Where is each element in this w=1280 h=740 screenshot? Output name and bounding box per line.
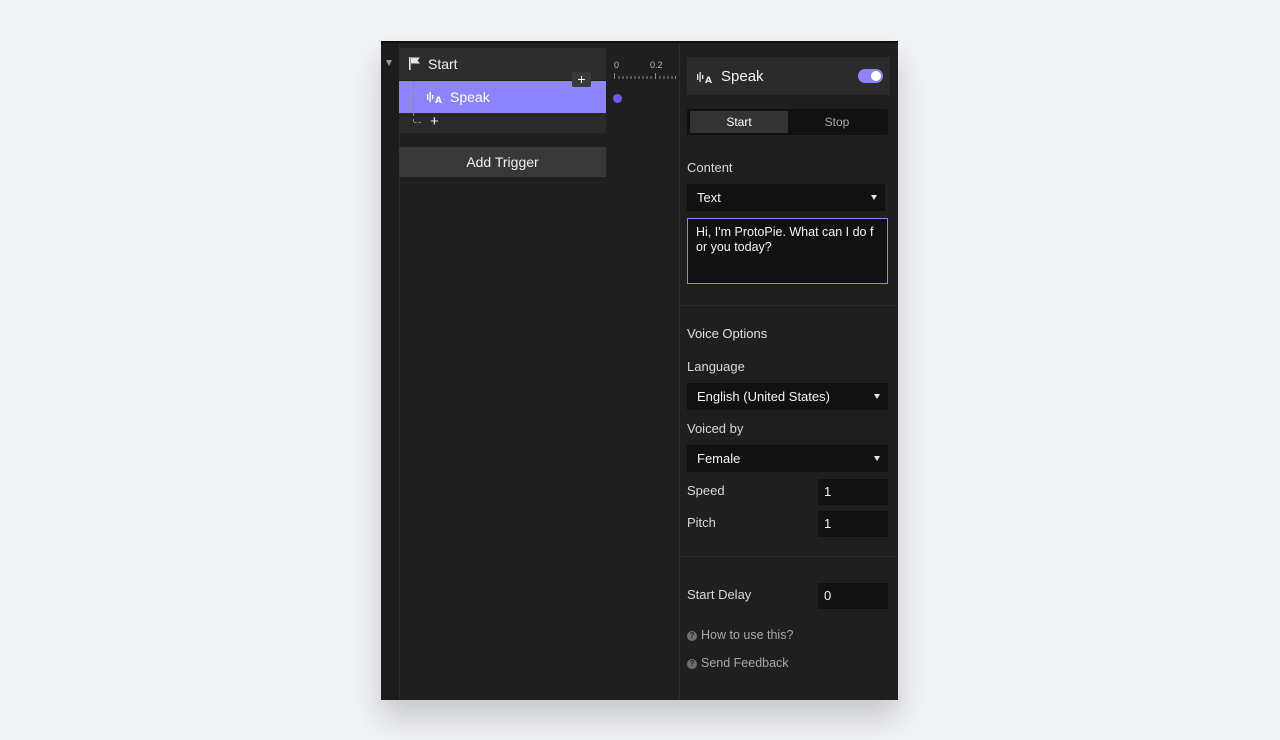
feedback-link-text: Send Feedback <box>701 656 789 670</box>
caret-down-icon <box>874 456 880 461</box>
tab-start[interactable]: Start <box>690 111 788 133</box>
collapse-arrow-icon[interactable] <box>386 60 392 66</box>
svg-text:A: A <box>705 76 712 84</box>
flag-icon <box>409 57 420 70</box>
svg-text:A: A <box>435 96 442 104</box>
question-circle-icon: ? <box>687 631 697 641</box>
tree-connector <box>413 113 414 122</box>
add-trigger-button[interactable]: Add Trigger <box>399 147 606 177</box>
keyframe-dot[interactable] <box>613 94 622 103</box>
voice-options-heading: Voice Options <box>687 326 768 341</box>
speed-label: Speed <box>687 483 725 498</box>
interaction-panel-window: Start + A Speak + Add Trigger 0 0.2 A Sp… <box>381 41 898 700</box>
help-link-text: How to use this? <box>701 628 794 642</box>
caret-down-icon <box>874 394 880 399</box>
tree-branch <box>414 122 421 123</box>
tree-branch <box>414 97 421 98</box>
speak-waveform-icon: A <box>427 92 442 104</box>
start-delay-label: Start Delay <box>687 587 752 602</box>
speech-text-input[interactable]: Hi, I'm ProtoPie. What can I do for you … <box>687 218 888 284</box>
tick-label: 0 <box>614 60 620 70</box>
language-label: Language <box>687 359 745 374</box>
tab-stop[interactable]: Stop <box>788 111 886 133</box>
section-divider <box>680 556 898 557</box>
timeline-ruler[interactable]: 0 0.2 <box>609 43 679 700</box>
caret-down-icon <box>871 195 877 200</box>
speed-input[interactable]: 1 <box>818 479 888 505</box>
start-stop-tabs: Start Stop <box>687 109 888 135</box>
trigger-label: Start <box>428 56 458 72</box>
response-label: Speak <box>450 89 490 105</box>
section-divider <box>680 305 898 306</box>
voiced-by-select[interactable]: Female <box>687 445 888 472</box>
add-response-row[interactable]: + <box>399 113 606 133</box>
properties-panel: A Speak Start Stop Content Text Hi, I'm … <box>680 43 898 700</box>
feedback-link[interactable]: ? Send Feedback <box>687 656 789 670</box>
language-value: English (United States) <box>697 389 830 404</box>
question-circle-icon: ? <box>687 659 697 669</box>
plus-icon[interactable]: + <box>430 114 439 130</box>
layer-gutter <box>381 43 400 700</box>
voiced-by-value: Female <box>697 451 741 466</box>
start-delay-input[interactable]: 0 <box>818 583 888 609</box>
content-type-select[interactable]: Text <box>687 184 885 211</box>
tick-label: 0.2 <box>650 60 663 70</box>
toggle-knob <box>871 71 881 81</box>
add-response-button[interactable]: + <box>572 72 591 87</box>
pitch-label: Pitch <box>687 515 716 530</box>
ruler-ticks <box>614 73 676 79</box>
voiced-by-label: Voiced by <box>687 421 744 436</box>
help-link[interactable]: ? How to use this? <box>687 628 793 642</box>
pitch-input[interactable]: 1 <box>818 511 888 537</box>
enable-toggle[interactable] <box>858 69 883 83</box>
content-label: Content <box>687 160 733 175</box>
speak-waveform-icon: A <box>697 72 712 84</box>
response-header: A Speak <box>687 57 890 95</box>
language-select[interactable]: English (United States) <box>687 383 888 410</box>
response-title: Speak <box>721 68 764 85</box>
content-type-value: Text <box>697 190 721 205</box>
